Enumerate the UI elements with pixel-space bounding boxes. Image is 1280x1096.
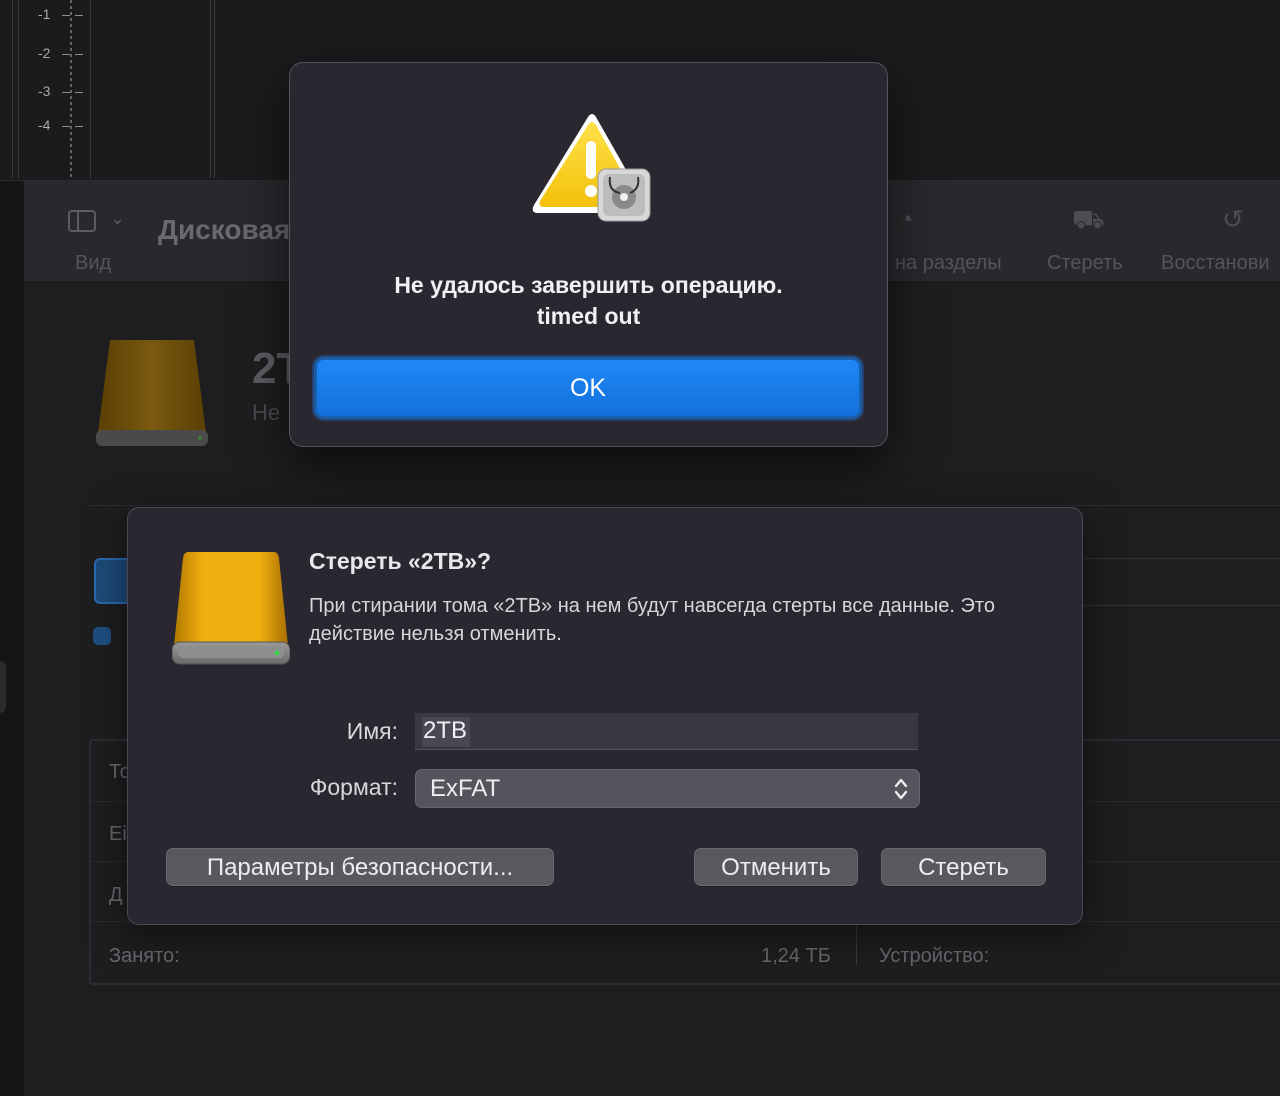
- chevron-down-icon[interactable]: ⌄: [110, 208, 125, 229]
- external-drive-icon: [96, 340, 208, 446]
- toolbar-erase-label[interactable]: Стереть: [1047, 252, 1123, 275]
- alert-title: Не удалось завершить операцию. timed out: [290, 270, 887, 332]
- usage-bar-remainder: [1080, 558, 1280, 606]
- divider: [90, 505, 1280, 506]
- format-select[interactable]: ExFAT: [415, 769, 920, 808]
- ruler-tick-label: -1: [38, 6, 51, 22]
- info-used-value: 1,24 ТБ: [761, 945, 831, 967]
- ruler-dash: [62, 54, 70, 55]
- ruler-tick-label: -4: [38, 117, 51, 133]
- erase-icon[interactable]: ⛟: [1072, 204, 1105, 239]
- usage-legend-dot: [93, 627, 111, 645]
- ruler-divider: [214, 0, 215, 178]
- format-select-value: ExFAT: [430, 775, 501, 802]
- ruler-dotted-line: [70, 0, 72, 178]
- name-input-value[interactable]: 2TB: [423, 717, 467, 745]
- toolbar-view-label: Вид: [75, 252, 112, 274]
- restore-icon[interactable]: ↺: [1222, 204, 1244, 235]
- format-field-label: Формат:: [309, 774, 398, 800]
- ruler-dash: [75, 126, 83, 127]
- ruler-divider: [12, 0, 13, 178]
- sidebar-resize-handle[interactable]: [0, 661, 6, 713]
- ruler-dash: [75, 92, 83, 93]
- ruler-divider: [90, 0, 91, 178]
- partition-icon[interactable]: ◔: [898, 204, 914, 235]
- ruler-tick-label: -2: [38, 45, 51, 61]
- warning-triangle-with-disk-utility-icon: [532, 114, 651, 222]
- sidebar-toggle-icon[interactable]: [68, 210, 96, 232]
- ruler-divider: [18, 0, 19, 178]
- toolbar-partition-label[interactable]: на разделы: [895, 252, 1002, 275]
- sidebar-edge: [0, 181, 25, 1096]
- ruler-dash: [75, 15, 83, 16]
- security-options-button[interactable]: Параметры безопасности...: [166, 848, 554, 886]
- info-label: Ei: [109, 823, 127, 845]
- erase-sheet: Стереть «2TB»? При стирании тома «2TB» н…: [127, 507, 1083, 925]
- error-alert: Не удалось завершить операцию. timed out…: [289, 62, 888, 447]
- erase-sheet-description: При стирании тома «2TB» на нем будут нав…: [309, 595, 995, 645]
- ruler-dash: [62, 15, 70, 16]
- name-field-label: Имя:: [346, 718, 398, 744]
- info-column-separator: [856, 921, 857, 965]
- ruler-tick-label: -3: [38, 83, 51, 99]
- volume-subtitle: Не: [252, 400, 281, 425]
- erase-sheet-title: Стереть «2TB»?: [309, 548, 492, 574]
- ruler-dash: [62, 92, 70, 93]
- info-device-label: Устройство:: [879, 945, 990, 967]
- toolbar-restore-label[interactable]: Восстанови: [1161, 252, 1270, 275]
- info-used-label: Занято:: [109, 945, 180, 967]
- alert-error-detail: timed out: [536, 303, 641, 329]
- alert-title-line: Не удалось завершить операцию.: [394, 272, 783, 298]
- window-title: Дисковая: [158, 214, 291, 245]
- info-label: Д: [109, 884, 123, 906]
- chevron-up-down-icon: [894, 778, 908, 800]
- cancel-button[interactable]: Отменить: [694, 848, 858, 886]
- erase-button[interactable]: Стереть: [881, 848, 1046, 886]
- ruler-dash: [75, 54, 83, 55]
- ruler-dash: [62, 126, 70, 127]
- ruler-divider: [210, 0, 211, 178]
- name-input[interactable]: [415, 713, 918, 750]
- ok-button[interactable]: OK: [314, 357, 862, 419]
- external-drive-icon: [172, 552, 290, 665]
